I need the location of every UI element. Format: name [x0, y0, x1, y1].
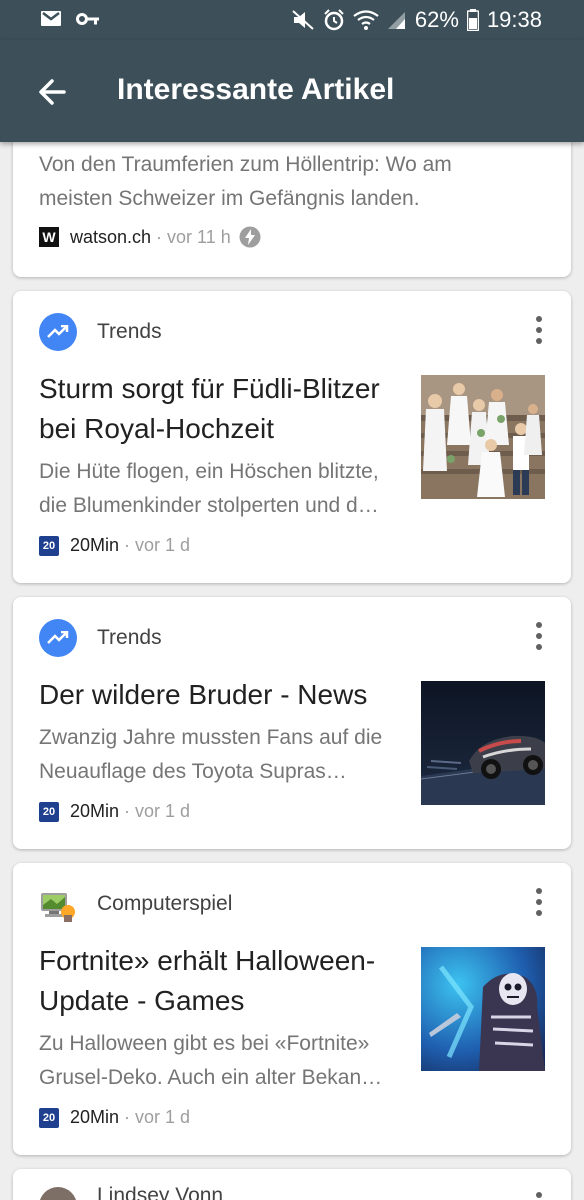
more-options-icon[interactable] [531, 1191, 547, 1200]
status-bar: 62% 19:38 [0, 0, 584, 40]
article-thumbnail [421, 681, 545, 805]
article-headline: Fortnite» erhält Halloween-Update - Game… [39, 945, 376, 1016]
article-headline: Der wildere Bruder - News [39, 679, 368, 710]
article-thumbnail [421, 375, 545, 499]
gmail-icon [41, 11, 61, 26]
source-name: 20Min [70, 1107, 120, 1127]
article-card-fortnite[interactable]: Computerspiel Fortnite» erhält Halloween… [13, 863, 571, 1155]
source-row: 20 20Min · vor 1 d [39, 535, 190, 556]
source-row: 20 20Min · vor 1 d [39, 801, 190, 822]
source-name: 20Min [70, 801, 120, 821]
topic-label: Trends [97, 626, 162, 649]
publish-time: vor 1 d [135, 535, 191, 555]
more-options-icon[interactable] [531, 621, 547, 651]
app-bar: Interessante Artikel [0, 40, 584, 142]
source-name: 20Min [70, 535, 120, 555]
topic-avatar [39, 1187, 77, 1200]
article-snippet: Von den Traumferien zum Höllentrip: Wo a… [39, 153, 452, 210]
source-row: W watson.ch · vor 11 h [39, 226, 261, 248]
article-thumbnail [421, 947, 545, 1071]
article-headline: Sturm sorgt für Füdli-Blitzer bei Royal-… [39, 373, 380, 444]
publish-time: vor 11 h [167, 226, 231, 247]
trending-up-icon [39, 619, 77, 657]
publish-time: vor 1 d [135, 801, 191, 821]
article-card-royal[interactable]: Trends Sturm sorgt für Füdli-Blitzer bei… [13, 291, 571, 583]
20min-logo-icon: 20 [39, 1107, 59, 1128]
topic-label: Lindsey Vonn [97, 1184, 224, 1200]
article-card-vonn[interactable]: Lindsey Vonn [13, 1169, 571, 1200]
publish-time: vor 1 d [135, 1107, 191, 1127]
article-snippet: Die Hüte flogen, ein Höschen blitzte, di… [39, 460, 379, 517]
mute-icon [292, 10, 314, 30]
clock: 19:38 [486, 7, 542, 32]
battery-icon [466, 9, 479, 31]
battery-percentage: 62% [414, 7, 459, 32]
back-button[interactable] [30, 70, 74, 114]
article-card-supra[interactable]: Trends Der wildere Bruder - News Zwanzig… [13, 597, 571, 849]
computer-game-icon [39, 885, 77, 923]
watson-logo-icon: W [39, 227, 59, 247]
vpn-key-icon [76, 12, 99, 25]
wifi-icon [353, 10, 379, 30]
amp-lightning-icon [239, 226, 261, 248]
page-title: Interessante Artikel [117, 73, 395, 106]
arrow-back-icon [39, 79, 66, 105]
article-snippet: Zwanzig Jahre mussten Fans auf die Neuau… [39, 726, 383, 783]
topic-row: Trends [39, 619, 162, 657]
topic-label: Computerspiel [97, 892, 233, 915]
more-options-icon[interactable] [531, 887, 547, 917]
signal-icon [387, 12, 405, 29]
trending-up-icon [39, 313, 77, 351]
source-row: 20 20Min · vor 1 d [39, 1107, 190, 1128]
topic-row: Computerspiel [39, 885, 232, 923]
20min-logo-icon: 20 [39, 801, 59, 822]
topic-row: Trends [39, 313, 162, 351]
alarm-icon [324, 9, 344, 31]
article-snippet: Zu Halloween gibt es bei «Fortnite» Grus… [39, 1032, 383, 1089]
source-name: watson.ch [70, 226, 152, 247]
20min-logo-icon: 20 [39, 535, 59, 556]
topic-label: Trends [97, 320, 162, 343]
topic-row: Lindsey Vonn [39, 1184, 224, 1200]
more-options-icon[interactable] [531, 315, 547, 345]
